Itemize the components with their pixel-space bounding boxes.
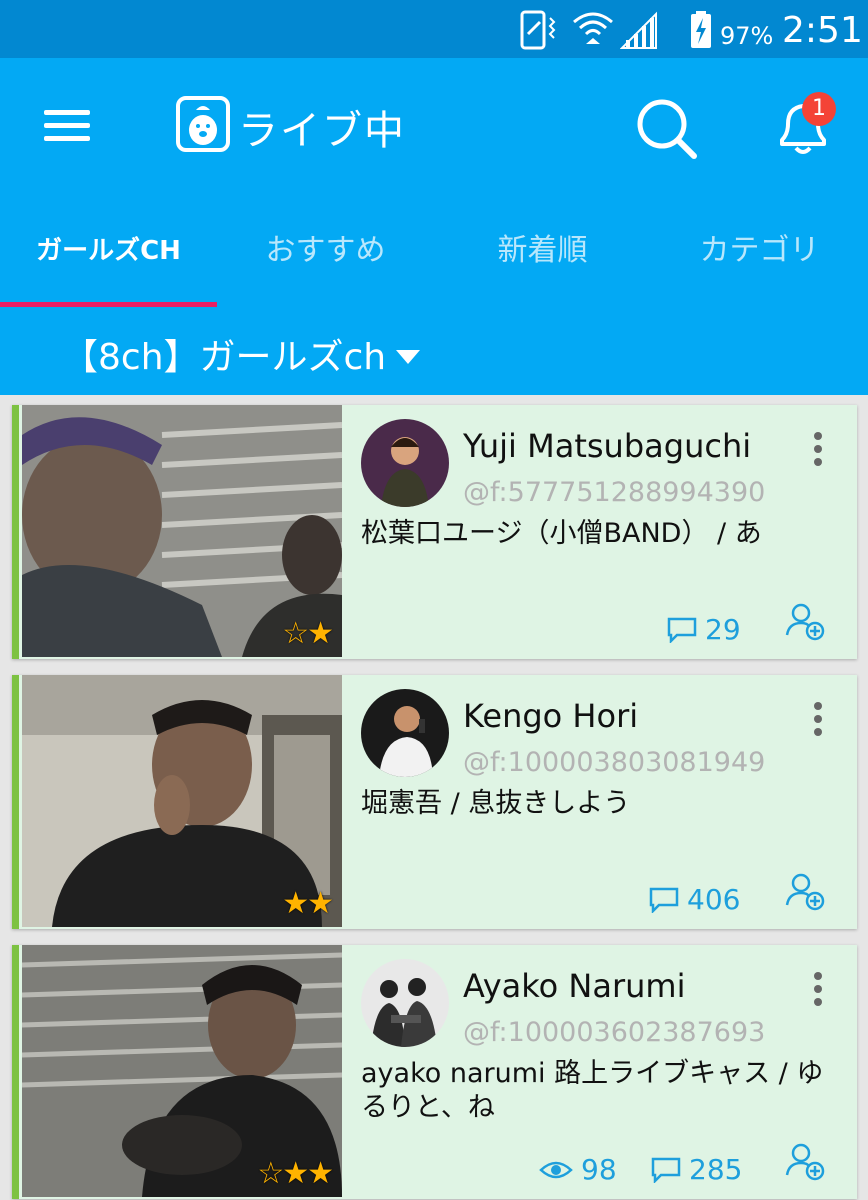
broadcast-card[interactable]: ☆★★ Ayako Narumi @f:100003602387693 ayak…	[12, 945, 857, 1199]
app-bar: ライブ中 1 ガールズCH おすすめ 新着順 カテゴリ 【8ch】ガールズch	[0, 58, 868, 395]
broadcast-thumbnail[interactable]: ★★	[22, 675, 342, 927]
avatar[interactable]	[361, 689, 449, 777]
tab-recommended[interactable]: おすすめ	[217, 218, 434, 308]
page-title: ライブ中	[238, 108, 406, 154]
hamburger-menu-icon[interactable]	[42, 106, 92, 146]
rating-stars: ★★	[282, 886, 334, 921]
comment-count-value: 285	[689, 1153, 743, 1186]
comment-icon	[649, 887, 679, 913]
status-bar: 97% 2:51	[0, 0, 868, 58]
battery-percent: 97%	[720, 22, 774, 50]
active-tab-indicator	[0, 302, 217, 307]
tab-girls-ch[interactable]: ガールズCH	[0, 218, 217, 308]
comment-count-value: 406	[687, 883, 741, 916]
broadcast-thumbnail[interactable]: ☆★★	[22, 945, 342, 1197]
view-count: 98	[539, 1153, 617, 1186]
follow-user-icon[interactable]	[785, 1141, 825, 1181]
broadcaster-handle: @f:100003602387693	[463, 1017, 766, 1048]
broadcast-title: 松葉口ユージ（小僧BAND） / あ	[361, 518, 762, 549]
comment-icon	[667, 617, 697, 643]
battery-charging-icon	[691, 11, 711, 48]
notification-badge: 1	[802, 92, 836, 126]
broadcaster-handle: @f:100003803081949	[463, 747, 766, 778]
comment-icon	[651, 1157, 681, 1183]
tab-category[interactable]: カテゴリ	[651, 218, 868, 308]
broadcast-title: ayako narumi 路上ライブキャス / ゆるりと、ね	[361, 1058, 824, 1123]
broadcast-card[interactable]: ★★ Kengo Hori @f:100003803081949 堀憲吾 / 息…	[12, 675, 857, 929]
search-icon[interactable]	[634, 96, 698, 160]
dropdown-arrow-icon[interactable]	[396, 350, 420, 364]
broadcast-title: 堀憲吾 / 息抜きしよう	[361, 788, 631, 819]
broadcaster-handle: @f:577751288994390	[463, 477, 766, 508]
more-options-icon[interactable]	[813, 431, 823, 467]
twitcasting-logo-icon	[176, 96, 230, 152]
rating-stars: ☆★★	[257, 1156, 334, 1191]
tab-newest[interactable]: 新着順	[434, 218, 651, 308]
tab-bar: ガールズCH おすすめ 新着順 カテゴリ	[0, 218, 868, 308]
eye-icon	[539, 1161, 573, 1178]
broadcaster-name[interactable]: Yuji Matsubaguchi	[463, 427, 751, 465]
broadcast-thumbnail[interactable]: ☆★	[22, 405, 342, 657]
broadcaster-name[interactable]: Kengo Hori	[463, 697, 638, 735]
follow-user-icon[interactable]	[785, 601, 825, 641]
channel-dropdown[interactable]: 【8ch】ガールズch	[62, 328, 386, 380]
avatar[interactable]	[361, 419, 449, 507]
signal-icon	[620, 11, 657, 49]
comment-count: 406	[649, 883, 740, 916]
follow-user-icon[interactable]	[785, 871, 825, 911]
more-options-icon[interactable]	[813, 971, 823, 1007]
rating-stars: ☆★	[282, 616, 334, 651]
vibrate-icon	[520, 10, 556, 50]
clock: 2:51	[782, 10, 863, 51]
broadcast-card[interactable]: ☆★ Yuji Matsubaguchi @f:577751288994390 …	[12, 405, 857, 659]
broadcaster-name[interactable]: Ayako Narumi	[463, 967, 685, 1005]
view-count-value: 98	[581, 1153, 617, 1186]
wifi-icon	[573, 12, 613, 44]
more-options-icon[interactable]	[813, 701, 823, 737]
comment-count: 29	[667, 613, 741, 646]
comment-count-value: 29	[705, 613, 741, 646]
comment-count: 285	[651, 1153, 742, 1186]
avatar[interactable]	[361, 959, 449, 1047]
